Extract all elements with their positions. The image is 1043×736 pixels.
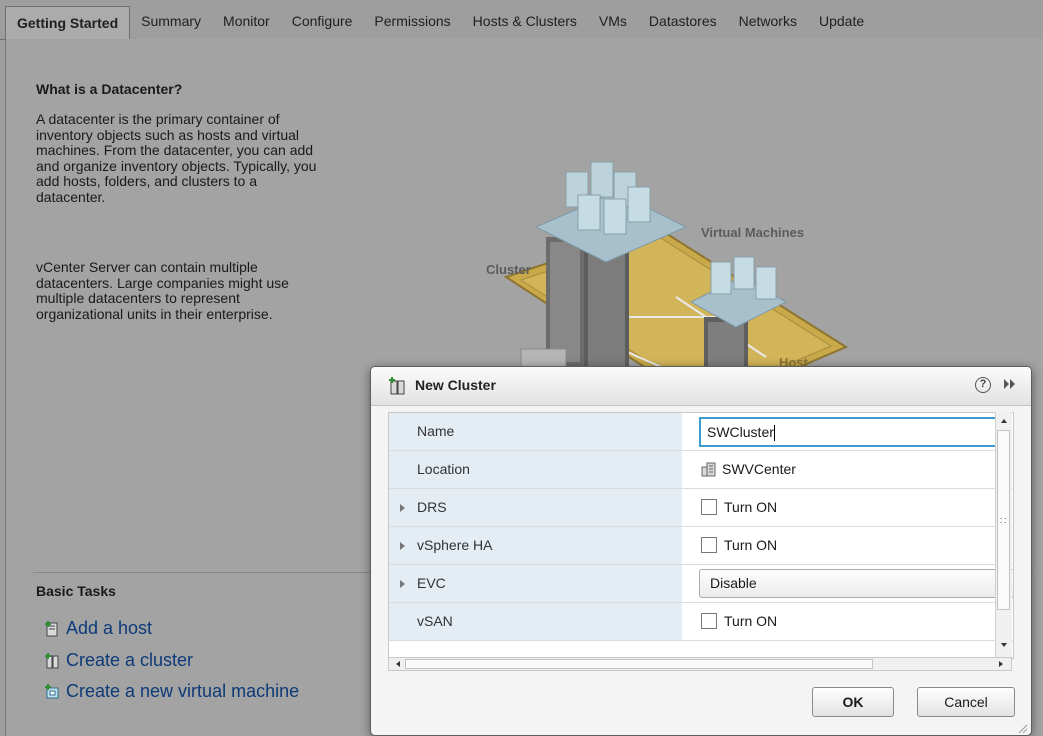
- evc-select[interactable]: Disable: [699, 569, 1013, 598]
- scroll-up-icon[interactable]: [996, 414, 1012, 428]
- vm-label: Virtual Machines: [701, 225, 804, 240]
- add-host-label: Add a host: [66, 618, 153, 638]
- vsan-checkbox[interactable]: [701, 613, 717, 629]
- add-host-icon: [45, 621, 58, 637]
- ha-label: vSphere HA: [417, 537, 493, 553]
- help-icon[interactable]: ?: [975, 377, 991, 393]
- tab-networks[interactable]: Networks: [728, 6, 808, 36]
- tab-permissions[interactable]: Permissions: [363, 6, 461, 36]
- cancel-button[interactable]: Cancel: [917, 687, 1015, 717]
- new-cluster-dialog: New Cluster ? Name SWCluster Location SW…: [370, 366, 1032, 736]
- resize-handle-icon[interactable]: ∷: [1000, 517, 1006, 527]
- tab-configure[interactable]: Configure: [281, 6, 364, 36]
- expand-icon[interactable]: [1003, 378, 1017, 390]
- add-host-link[interactable]: Add a host: [44, 618, 152, 639]
- name-input[interactable]: SWCluster: [699, 417, 1011, 447]
- ha-checkbox[interactable]: [701, 537, 717, 553]
- location-value: SWVCenter: [722, 461, 796, 477]
- description-paragraph: A datacenter is the primary container of…: [36, 111, 317, 205]
- cluster-icon: [389, 377, 405, 395]
- drs-checkbox[interactable]: [701, 499, 717, 515]
- scroll-left-icon[interactable]: [391, 658, 405, 670]
- expand-caret-icon: [400, 504, 405, 512]
- location-row: Location SWVCenter: [389, 451, 1013, 489]
- resize-grip-icon[interactable]: [1016, 722, 1028, 734]
- tab-monitor[interactable]: Monitor: [212, 6, 281, 36]
- create-cluster-link[interactable]: Create a cluster: [44, 650, 193, 671]
- scroll-down-icon[interactable]: [996, 638, 1012, 652]
- datacenter-illustration: Cluster Virtual Machines Host: [486, 161, 849, 407]
- hscrollbar-thumb[interactable]: [405, 659, 873, 669]
- ha-checkbox-label: Turn ON: [724, 537, 778, 553]
- tab-vms[interactable]: VMs: [588, 6, 638, 36]
- expand-caret-icon: [400, 542, 405, 550]
- create-vm-link[interactable]: Create a new virtual machine: [44, 681, 299, 702]
- dialog-header[interactable]: New Cluster ?: [371, 367, 1031, 406]
- create-cluster-icon: [45, 653, 59, 669]
- tab-update[interactable]: Update: [808, 6, 875, 36]
- location-label: Location: [417, 461, 470, 477]
- datacenter-icon: [701, 462, 716, 477]
- tab-getting-started[interactable]: Getting Started: [5, 6, 131, 40]
- evc-row: EVC Disable: [389, 565, 1013, 603]
- description-paragraph-2: vCenter Server can contain multiple data…: [36, 259, 289, 322]
- cluster-form: Name SWCluster Location SWVCenter DRS Tu…: [388, 412, 1014, 659]
- ha-row: vSphere HA Turn ON: [389, 527, 1013, 565]
- tab-summary[interactable]: Summary: [130, 6, 212, 36]
- evc-label: EVC: [417, 575, 446, 591]
- vsan-checkbox-label: Turn ON: [724, 613, 778, 629]
- basic-tasks-title: Basic Tasks: [36, 583, 116, 599]
- vsan-row: vSAN Turn ON: [389, 603, 1013, 641]
- name-row: Name SWCluster: [389, 413, 1013, 451]
- name-input-value: SWCluster: [707, 424, 774, 440]
- section-title: What is a Datacenter?: [36, 81, 183, 97]
- horizontal-scrollbar[interactable]: [388, 657, 1012, 671]
- create-cluster-label: Create a cluster: [66, 650, 194, 670]
- tab-hosts-clusters[interactable]: Hosts & Clusters: [462, 6, 588, 36]
- name-label: Name: [417, 423, 455, 439]
- dialog-title: New Cluster: [415, 377, 496, 393]
- vsan-label: vSAN: [417, 613, 453, 629]
- tab-strip: Getting Started Summary Monitor Configur…: [0, 0, 1043, 40]
- vertical-scrollbar[interactable]: [995, 412, 1012, 657]
- drs-row: DRS Turn ON: [389, 489, 1013, 527]
- ha-expander[interactable]: vSphere HA: [389, 527, 682, 564]
- tab-datastores[interactable]: Datastores: [638, 6, 728, 36]
- drs-checkbox-label: Turn ON: [724, 499, 778, 515]
- expand-caret-icon: [400, 580, 405, 588]
- evc-expander[interactable]: EVC: [389, 565, 682, 602]
- ok-button[interactable]: OK: [812, 687, 894, 717]
- drs-expander[interactable]: DRS: [389, 489, 682, 526]
- create-vm-label: Create a new virtual machine: [66, 681, 300, 701]
- scroll-right-icon[interactable]: [994, 658, 1008, 670]
- cluster-label: Cluster: [486, 262, 531, 277]
- create-vm-icon: [45, 684, 59, 699]
- drs-label: DRS: [417, 499, 447, 515]
